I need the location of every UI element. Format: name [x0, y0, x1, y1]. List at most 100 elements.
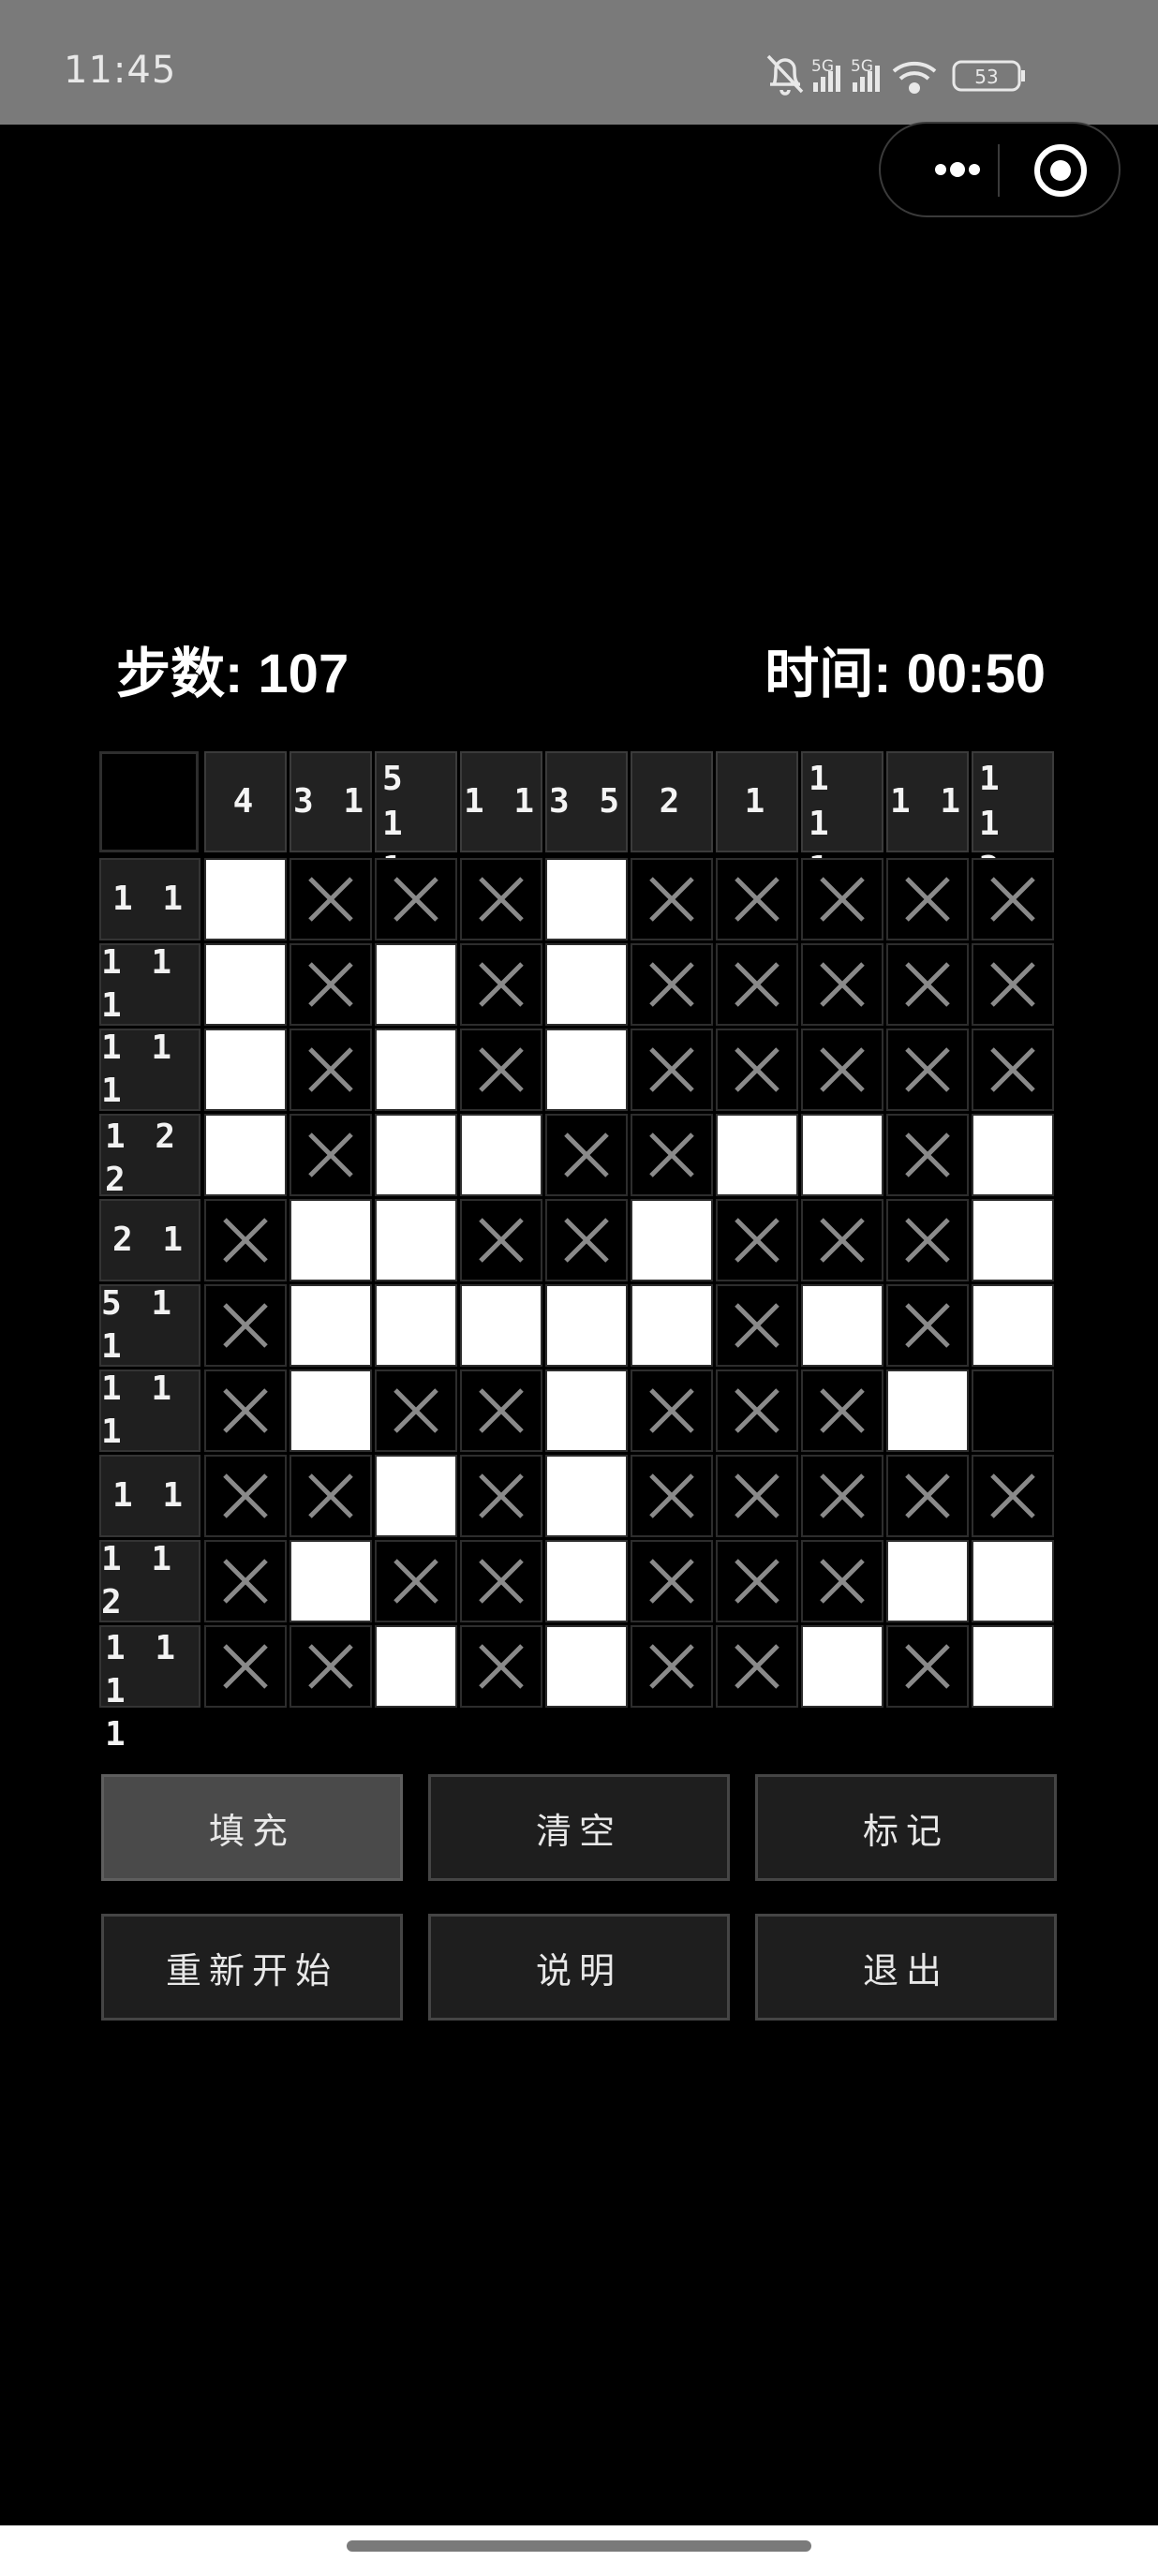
- grid-cell-filled[interactable]: [460, 1114, 542, 1196]
- grid-cell-marked[interactable]: [631, 1625, 713, 1708]
- grid-cell-marked[interactable]: [460, 1455, 542, 1537]
- grid-cell-filled[interactable]: [545, 1369, 628, 1452]
- mark-button[interactable]: 标记: [755, 1774, 1057, 1881]
- grid-cell-marked[interactable]: [716, 858, 798, 940]
- grid-cell-marked[interactable]: [801, 1369, 883, 1452]
- grid-cell-marked[interactable]: [460, 858, 542, 940]
- grid-cell-filled[interactable]: [631, 1284, 713, 1367]
- grid-cell-marked[interactable]: [204, 1369, 287, 1452]
- grid-cell-marked[interactable]: [716, 1455, 798, 1537]
- grid-cell-marked[interactable]: [716, 943, 798, 1026]
- grid-cell-filled[interactable]: [204, 858, 287, 940]
- grid-cell-marked[interactable]: [716, 1199, 798, 1281]
- grid-cell-marked[interactable]: [460, 1540, 542, 1622]
- grid-cell-marked[interactable]: [545, 1199, 628, 1281]
- help-button[interactable]: 说明: [428, 1914, 730, 2021]
- grid-cell-filled[interactable]: [204, 1029, 287, 1111]
- grid-cell-filled[interactable]: [375, 1029, 457, 1111]
- grid-cell-filled[interactable]: [801, 1284, 883, 1367]
- grid-cell-marked[interactable]: [375, 1540, 457, 1622]
- grid-cell-filled[interactable]: [631, 1199, 713, 1281]
- grid-cell-marked[interactable]: [631, 943, 713, 1026]
- grid-cell-marked[interactable]: [972, 858, 1054, 940]
- grid-cell-marked[interactable]: [972, 1455, 1054, 1537]
- grid-cell-marked[interactable]: [460, 1029, 542, 1111]
- grid-cell-marked[interactable]: [886, 1284, 969, 1367]
- grid-cell-marked[interactable]: [716, 1540, 798, 1622]
- grid-cell-filled[interactable]: [204, 1114, 287, 1196]
- grid-cell-filled[interactable]: [375, 1114, 457, 1196]
- grid-cell-marked[interactable]: [631, 1369, 713, 1452]
- grid-cell-filled[interactable]: [545, 943, 628, 1026]
- grid-cell-marked[interactable]: [631, 858, 713, 940]
- grid-cell-filled[interactable]: [545, 858, 628, 940]
- grid-cell-marked[interactable]: [204, 1540, 287, 1622]
- grid-cell-marked[interactable]: [886, 1625, 969, 1708]
- grid-cell-filled[interactable]: [972, 1540, 1054, 1622]
- grid-cell-marked[interactable]: [375, 1369, 457, 1452]
- grid-cell-marked[interactable]: [801, 1199, 883, 1281]
- grid-cell-filled[interactable]: [545, 1455, 628, 1537]
- grid-cell-marked[interactable]: [972, 1029, 1054, 1111]
- grid-cell-filled[interactable]: [290, 1284, 372, 1367]
- clear-button[interactable]: 清空: [428, 1774, 730, 1881]
- grid-cell-marked[interactable]: [801, 1455, 883, 1537]
- grid-cell-filled[interactable]: [204, 943, 287, 1026]
- grid-cell-marked[interactable]: [290, 943, 372, 1026]
- grid-cell-filled[interactable]: [801, 1625, 883, 1708]
- grid-cell-filled[interactable]: [375, 1625, 457, 1708]
- grid-cell-filled[interactable]: [716, 1114, 798, 1196]
- home-indicator[interactable]: [347, 2540, 811, 2552]
- grid-cell-marked[interactable]: [631, 1540, 713, 1622]
- grid-cell-filled[interactable]: [460, 1284, 542, 1367]
- grid-cell-marked[interactable]: [204, 1455, 287, 1537]
- grid-cell-marked[interactable]: [460, 1199, 542, 1281]
- grid-cell-filled[interactable]: [545, 1625, 628, 1708]
- grid-cell-marked[interactable]: [460, 1625, 542, 1708]
- fill-button[interactable]: 填充: [101, 1774, 403, 1881]
- grid-cell-filled[interactable]: [290, 1369, 372, 1452]
- grid-cell-filled[interactable]: [972, 1284, 1054, 1367]
- grid-cell-marked[interactable]: [716, 1029, 798, 1111]
- grid-cell-marked[interactable]: [716, 1284, 798, 1367]
- grid-cell-marked[interactable]: [801, 1540, 883, 1622]
- grid-cell-marked[interactable]: [204, 1199, 287, 1281]
- grid-cell-marked[interactable]: [631, 1029, 713, 1111]
- grid-cell-filled[interactable]: [972, 1625, 1054, 1708]
- grid-cell-marked[interactable]: [204, 1284, 287, 1367]
- grid-cell-filled[interactable]: [290, 1199, 372, 1281]
- grid-cell-marked[interactable]: [886, 858, 969, 940]
- grid-cell-marked[interactable]: [290, 1455, 372, 1537]
- grid-cell-marked[interactable]: [801, 943, 883, 1026]
- grid-cell-empty[interactable]: [972, 1369, 1054, 1452]
- grid-cell-filled[interactable]: [886, 1540, 969, 1622]
- grid-cell-filled[interactable]: [972, 1114, 1054, 1196]
- more-icon[interactable]: [933, 159, 982, 180]
- grid-cell-filled[interactable]: [972, 1199, 1054, 1281]
- grid-cell-marked[interactable]: [290, 1114, 372, 1196]
- grid-cell-filled[interactable]: [375, 943, 457, 1026]
- grid-cell-marked[interactable]: [886, 1114, 969, 1196]
- grid-cell-marked[interactable]: [801, 1029, 883, 1111]
- grid-cell-filled[interactable]: [290, 1540, 372, 1622]
- grid-cell-marked[interactable]: [716, 1625, 798, 1708]
- grid-cell-marked[interactable]: [801, 858, 883, 940]
- exit-button[interactable]: 退出: [755, 1914, 1057, 2021]
- grid-cell-marked[interactable]: [972, 943, 1054, 1026]
- grid-cell-marked[interactable]: [886, 1455, 969, 1537]
- grid-cell-marked[interactable]: [631, 1114, 713, 1196]
- grid-cell-filled[interactable]: [886, 1369, 969, 1452]
- grid-cell-filled[interactable]: [545, 1540, 628, 1622]
- grid-cell-filled[interactable]: [375, 1284, 457, 1367]
- grid-cell-marked[interactable]: [460, 1369, 542, 1452]
- grid-cell-filled[interactable]: [545, 1029, 628, 1111]
- grid-cell-marked[interactable]: [204, 1625, 287, 1708]
- grid-cell-marked[interactable]: [886, 943, 969, 1026]
- grid-cell-marked[interactable]: [886, 1199, 969, 1281]
- close-target-icon[interactable]: [1033, 143, 1088, 198]
- grid-cell-filled[interactable]: [375, 1199, 457, 1281]
- grid-cell-marked[interactable]: [290, 1625, 372, 1708]
- grid-cell-filled[interactable]: [801, 1114, 883, 1196]
- grid-cell-marked[interactable]: [886, 1029, 969, 1111]
- grid-cell-marked[interactable]: [631, 1455, 713, 1537]
